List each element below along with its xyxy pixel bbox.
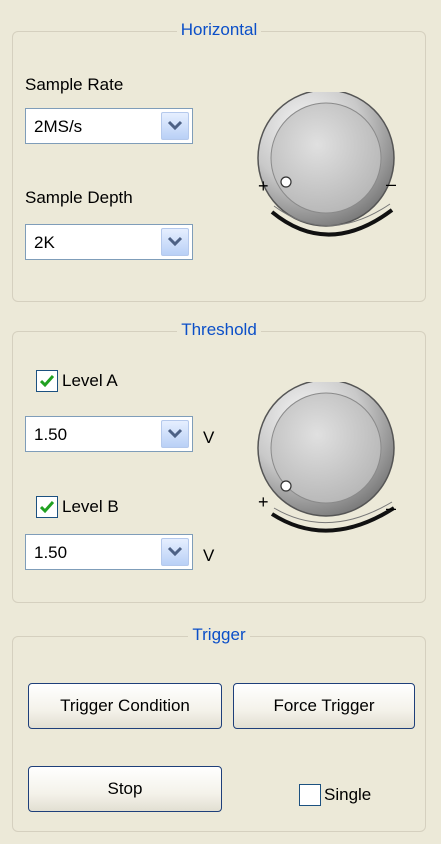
- horizontal-knob[interactable]: + –: [248, 92, 408, 254]
- threshold-knob-minus: –: [386, 498, 396, 518]
- level-b-checkbox[interactable]: [36, 496, 58, 518]
- stop-button[interactable]: Stop: [28, 766, 222, 812]
- level-a-value: 1.50: [34, 425, 68, 444]
- horizontal-knob-indicator: [280, 176, 292, 188]
- threshold-knob[interactable]: + –: [248, 382, 408, 544]
- horizontal-knob-face: [270, 102, 382, 214]
- level-a-checkbox[interactable]: [36, 370, 58, 392]
- checkmark-icon: [40, 501, 54, 514]
- trigger-group-title-wrap: Trigger: [13, 625, 425, 645]
- level-b-select[interactable]: 1.50: [25, 534, 193, 570]
- level-a-unit: V: [203, 428, 215, 447]
- chevron-down-icon: [167, 236, 183, 247]
- horizontal-group-title-wrap: Horizontal: [13, 20, 425, 40]
- level-a-select[interactable]: 1.50: [25, 416, 193, 452]
- sample-rate-label: Sample Rate: [25, 75, 124, 94]
- threshold-knob-indicator: [280, 480, 292, 492]
- level-b-label[interactable]: Level B: [62, 497, 119, 517]
- threshold-knob-plus: +: [258, 492, 269, 512]
- horizontal-group-title: Horizontal: [176, 20, 262, 39]
- threshold-group-title-wrap: Threshold: [13, 320, 425, 340]
- trigger-condition-button[interactable]: Trigger Condition: [28, 683, 222, 729]
- chevron-down-icon: [167, 546, 183, 557]
- sample-rate-value: 2MS/s: [34, 117, 83, 136]
- sample-depth-label: Sample Depth: [25, 188, 133, 207]
- single-label[interactable]: Single: [324, 785, 371, 805]
- sample-depth-dropdown-button[interactable]: [161, 228, 189, 256]
- level-a-label[interactable]: Level A: [62, 371, 118, 391]
- checkmark-icon: [40, 375, 54, 388]
- chevron-down-icon: [167, 428, 183, 439]
- level-b-value: 1.50: [34, 543, 68, 562]
- chevron-down-icon: [167, 120, 183, 131]
- horizontal-knob-plus: +: [258, 176, 269, 196]
- threshold-group-title: Threshold: [177, 320, 261, 339]
- trigger-group-title: Trigger: [188, 625, 250, 644]
- force-trigger-button[interactable]: Force Trigger: [233, 683, 415, 729]
- level-b-unit: V: [203, 546, 215, 565]
- sample-depth-select[interactable]: 2K: [25, 224, 193, 260]
- level-a-dropdown-button[interactable]: [161, 420, 189, 448]
- sample-depth-value: 2K: [34, 233, 55, 252]
- sample-rate-dropdown-button[interactable]: [161, 112, 189, 140]
- horizontal-knob-minus: –: [386, 174, 396, 194]
- single-checkbox[interactable]: [299, 784, 321, 806]
- sample-rate-select[interactable]: 2MS/s: [25, 108, 193, 144]
- level-b-dropdown-button[interactable]: [161, 538, 189, 566]
